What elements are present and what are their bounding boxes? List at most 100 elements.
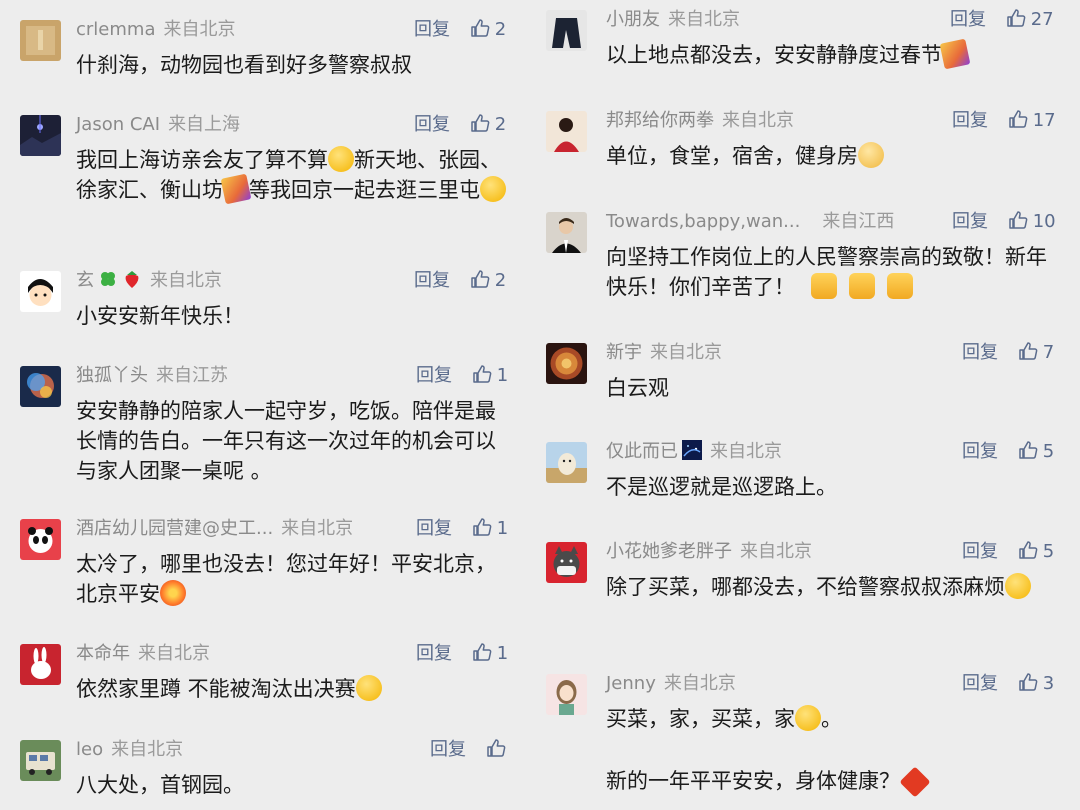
like-button[interactable]: 3: [1018, 671, 1054, 697]
reply-button[interactable]: 回复: [430, 739, 466, 760]
user-avatar[interactable]: [20, 115, 61, 156]
user-avatar[interactable]: [20, 519, 61, 560]
username[interactable]: crlemma: [76, 19, 155, 40]
reply-button[interactable]: 回复: [952, 211, 988, 232]
like-button[interactable]: 2: [470, 112, 506, 138]
comment-text: 太冷了，哪里也没去！您过年好！平安北京，北京平安: [76, 552, 496, 606]
comment-text: 安安静静的陪家人一起守岁，吃饭。陪伴是最长情的告白。一年只有这一次过年的机会可以…: [76, 399, 496, 483]
like-button[interactable]: 1: [472, 516, 508, 542]
user-avatar[interactable]: [546, 10, 587, 51]
username[interactable]: 仅此而已: [606, 441, 678, 462]
dome-avatar-icon: [546, 343, 587, 384]
like-button[interactable]: [486, 737, 506, 763]
location-label: 来自北京: [650, 342, 722, 363]
like-count: 1: [496, 365, 509, 386]
thumbs-up-icon: [472, 518, 492, 536]
username[interactable]: leo: [76, 739, 103, 760]
thumbs-up-icon: [1006, 9, 1026, 27]
reply-button[interactable]: 回复: [416, 518, 452, 539]
user-avatar[interactable]: [546, 212, 587, 253]
username[interactable]: Jason CAI: [76, 114, 160, 135]
like-button[interactable]: 1: [472, 363, 508, 389]
fu-blessing-icon: [899, 766, 931, 798]
username[interactable]: Towards,bappy,wan...: [606, 211, 800, 232]
user-avatar[interactable]: [20, 366, 61, 407]
username[interactable]: 酒店幼儿园营建@史工...: [76, 518, 273, 539]
thumbs-up-emoji-icon: [811, 273, 837, 299]
username[interactable]: 独孤丫头: [76, 365, 148, 386]
location-label: 来自北京: [663, 673, 736, 694]
comment-text: 除了买菜，哪都没去，不给警察叔叔添麻烦: [606, 572, 1066, 602]
comment-text: 单位，食堂，宿舍，健身房: [606, 141, 1066, 171]
user-avatar[interactable]: [20, 271, 61, 312]
location-label: 来自北京: [150, 270, 222, 291]
reply-button[interactable]: 回复: [416, 365, 452, 386]
comment-text: 买菜，家，买菜，家。新的一年平平安安，身体健康？: [606, 704, 1066, 798]
red-girl-avatar-icon: [546, 111, 587, 152]
night-sky-avatar-icon: [20, 115, 61, 156]
comment-column-right: 小朋友 来自北京 回复 27 以上地点都没去，安安静静度过春节 邦邦给你两拳 来自北…: [540, 0, 1080, 810]
like-button[interactable]: 2: [470, 268, 506, 294]
like-button[interactable]: 1: [472, 641, 508, 667]
username[interactable]: 新宇: [606, 342, 642, 363]
user-avatar[interactable]: [546, 111, 587, 152]
reply-button[interactable]: 回复: [414, 270, 450, 291]
user-avatar[interactable]: [546, 343, 587, 384]
user-avatar[interactable]: [546, 674, 587, 715]
cartoon-girl-avatar-icon: [20, 271, 61, 312]
grin-emoji-icon: [795, 705, 821, 731]
like-button[interactable]: 10: [1008, 209, 1056, 235]
user-avatar[interactable]: [20, 20, 61, 61]
panda-avatar-icon: [20, 519, 61, 560]
like-button[interactable]: 7: [1018, 340, 1054, 366]
rabbit-avatar-icon: [20, 644, 61, 685]
username[interactable]: 小朋友: [606, 9, 660, 30]
like-button[interactable]: 27: [1006, 7, 1054, 33]
username[interactable]: 小花她爹老胖子: [606, 541, 732, 562]
masked-cat-avatar-icon: [546, 542, 587, 583]
like-button[interactable]: 5: [1018, 539, 1054, 565]
reply-button[interactable]: 回复: [414, 19, 450, 40]
comment-text: 白云观: [606, 376, 669, 400]
galaxy-avatar-icon: [20, 366, 61, 407]
user-avatar[interactable]: [20, 740, 61, 781]
like-button[interactable]: 5: [1018, 439, 1054, 465]
reply-button[interactable]: 回复: [414, 114, 450, 135]
username[interactable]: 本命年: [76, 643, 130, 664]
like-button[interactable]: 2: [470, 17, 506, 43]
like-button[interactable]: 17: [1008, 108, 1056, 134]
thumbs-up-icon: [472, 365, 492, 383]
thumbs-up-icon: [1018, 541, 1038, 559]
user-avatar[interactable]: [546, 442, 587, 483]
smirk-emoji-icon: [1005, 573, 1031, 599]
user-avatar[interactable]: [20, 644, 61, 685]
like-count: 5: [1042, 441, 1055, 462]
reply-button[interactable]: 回复: [962, 673, 998, 694]
location-label: 来自北京: [722, 110, 794, 131]
reply-button[interactable]: 回复: [962, 441, 998, 462]
like-count: 17: [1032, 110, 1056, 131]
cat-emoji-icon: [858, 142, 884, 168]
username[interactable]: 玄: [76, 270, 94, 291]
location-label: 来自北京: [740, 541, 812, 562]
location-label: 来自北京: [710, 441, 782, 462]
like-count: 10: [1032, 211, 1056, 232]
location-label: 来自北京: [281, 518, 354, 539]
comment-text: 八大处，首钢园。: [76, 773, 244, 797]
reply-button[interactable]: 回复: [952, 110, 988, 131]
reply-button[interactable]: 回复: [950, 9, 986, 30]
location-label: 来自北京: [668, 9, 740, 30]
comment-text: 我回上海访亲会友了算不算 新天地、张园、徐家汇、衡山坊 等我回京一起去逛三里屯: [76, 145, 516, 205]
reply-button[interactable]: 回复: [962, 342, 998, 363]
reply-button[interactable]: 回复: [416, 643, 452, 664]
like-count: 27: [1030, 9, 1054, 30]
reply-button[interactable]: 回复: [962, 541, 998, 562]
username[interactable]: Jenny: [606, 673, 656, 694]
thumbs-up-icon: [1018, 441, 1038, 459]
shocked-emoji-icon: [355, 675, 382, 701]
like-count: 1: [496, 518, 509, 539]
user-avatar[interactable]: [546, 542, 587, 583]
location-label: 来自上海: [168, 114, 241, 135]
username[interactable]: 邦邦给你两拳: [606, 110, 714, 131]
comment-text: 向坚持工作岗位上的人民警察崇高的致敬！新年快乐！你们辛苦了！: [606, 245, 1047, 299]
